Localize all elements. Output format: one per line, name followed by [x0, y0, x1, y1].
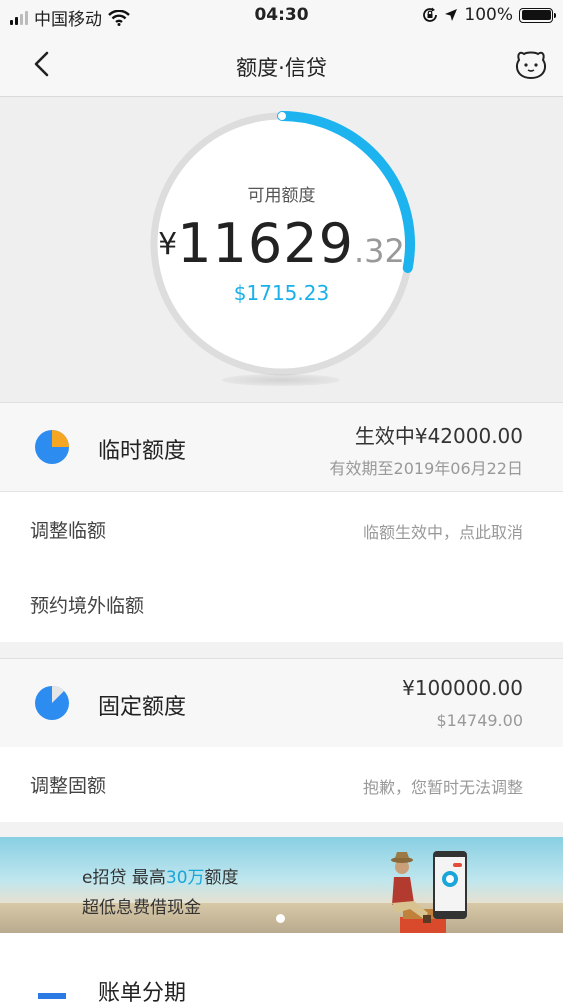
mascot-assistant-icon[interactable] [513, 46, 549, 82]
banner-line1-suffix: 额度 [204, 868, 239, 888]
location-arrow-icon [445, 9, 458, 21]
row-label: 调整临额 [30, 520, 107, 542]
book-overseas-temp-limit-row[interactable]: 预约境外临额 [0, 567, 563, 643]
battery-percent: 100% [464, 5, 513, 25]
banner-line1: e招贷 最高30万额度 [82, 863, 239, 888]
adjust-fixed-limit-row[interactable]: 调整固额 抱歉，您暂时无法调整 [0, 747, 563, 823]
installment-icon [38, 993, 66, 999]
battery-icon [519, 7, 556, 23]
temp-limit-expiry: 有效期至2019年06月22日 [329, 459, 523, 478]
temp-limit-title: 临时额度 [98, 439, 187, 464]
adjust-temp-limit-row[interactable]: 调整临额 临额生效中，点此取消 [0, 492, 563, 568]
fixed-limit-value: ¥100000.00 [402, 676, 523, 700]
banner-line1-highlight: 30万 [165, 868, 205, 888]
row-label: 调整固额 [30, 775, 107, 797]
available-credit-usd: $1715.23 [233, 281, 330, 305]
e-loan-promo-banner[interactable]: e招贷 最高30万额度 超低息费借现金 [0, 837, 563, 933]
ring-start-dot [278, 112, 286, 120]
row-label: 预约境外临额 [30, 595, 145, 617]
gauge-shadow [222, 374, 340, 386]
available-credit-label: 可用额度 [247, 186, 316, 206]
temp-limit-header[interactable]: 临时额度 生效中¥42000.00 有效期至2019年06月22日 [0, 402, 563, 492]
available-credit-gauge: 可用额度 ¥11629.32 $1715.23 [0, 97, 563, 402]
fixed-limit-header[interactable]: 固定额度 ¥100000.00 $14749.00 [0, 658, 563, 748]
banner-line1-prefix: e招贷 最高 [82, 868, 166, 888]
section-divider [0, 642, 563, 658]
rotation-lock-icon [423, 7, 438, 22]
status-bar: 中国移动 04:30 100% [0, 0, 563, 32]
amount-decimal: .32 [354, 232, 405, 270]
nav-bar: 额度·信贷 [0, 32, 563, 97]
installment-title: 账单分期 [98, 981, 187, 1006]
fixed-limit-pie-icon [35, 686, 69, 720]
bill-installment-row[interactable]: 账单分期 [0, 947, 563, 1007]
row-hint: 临额生效中，点此取消 [362, 523, 523, 542]
temp-limit-value: 生效中¥42000.00 [354, 424, 523, 448]
page-title: 额度·信贷 [236, 56, 327, 80]
banner-line2: 超低息费借现金 [82, 898, 201, 918]
amount-integer: 11629 [177, 212, 354, 275]
fixed-limit-title: 固定额度 [98, 695, 187, 720]
section-divider [0, 822, 563, 837]
fixed-limit-usd: $14749.00 [436, 711, 523, 730]
banner-pager-dot [276, 914, 285, 923]
available-credit-amount: ¥11629.32 [0, 212, 563, 275]
row-hint: 抱歉，您暂时无法调整 [362, 778, 523, 797]
temp-limit-pie-icon [35, 430, 69, 464]
phone-illustration [433, 851, 467, 919]
status-right: 100% [422, 5, 556, 25]
currency-symbol: ¥ [158, 227, 178, 262]
